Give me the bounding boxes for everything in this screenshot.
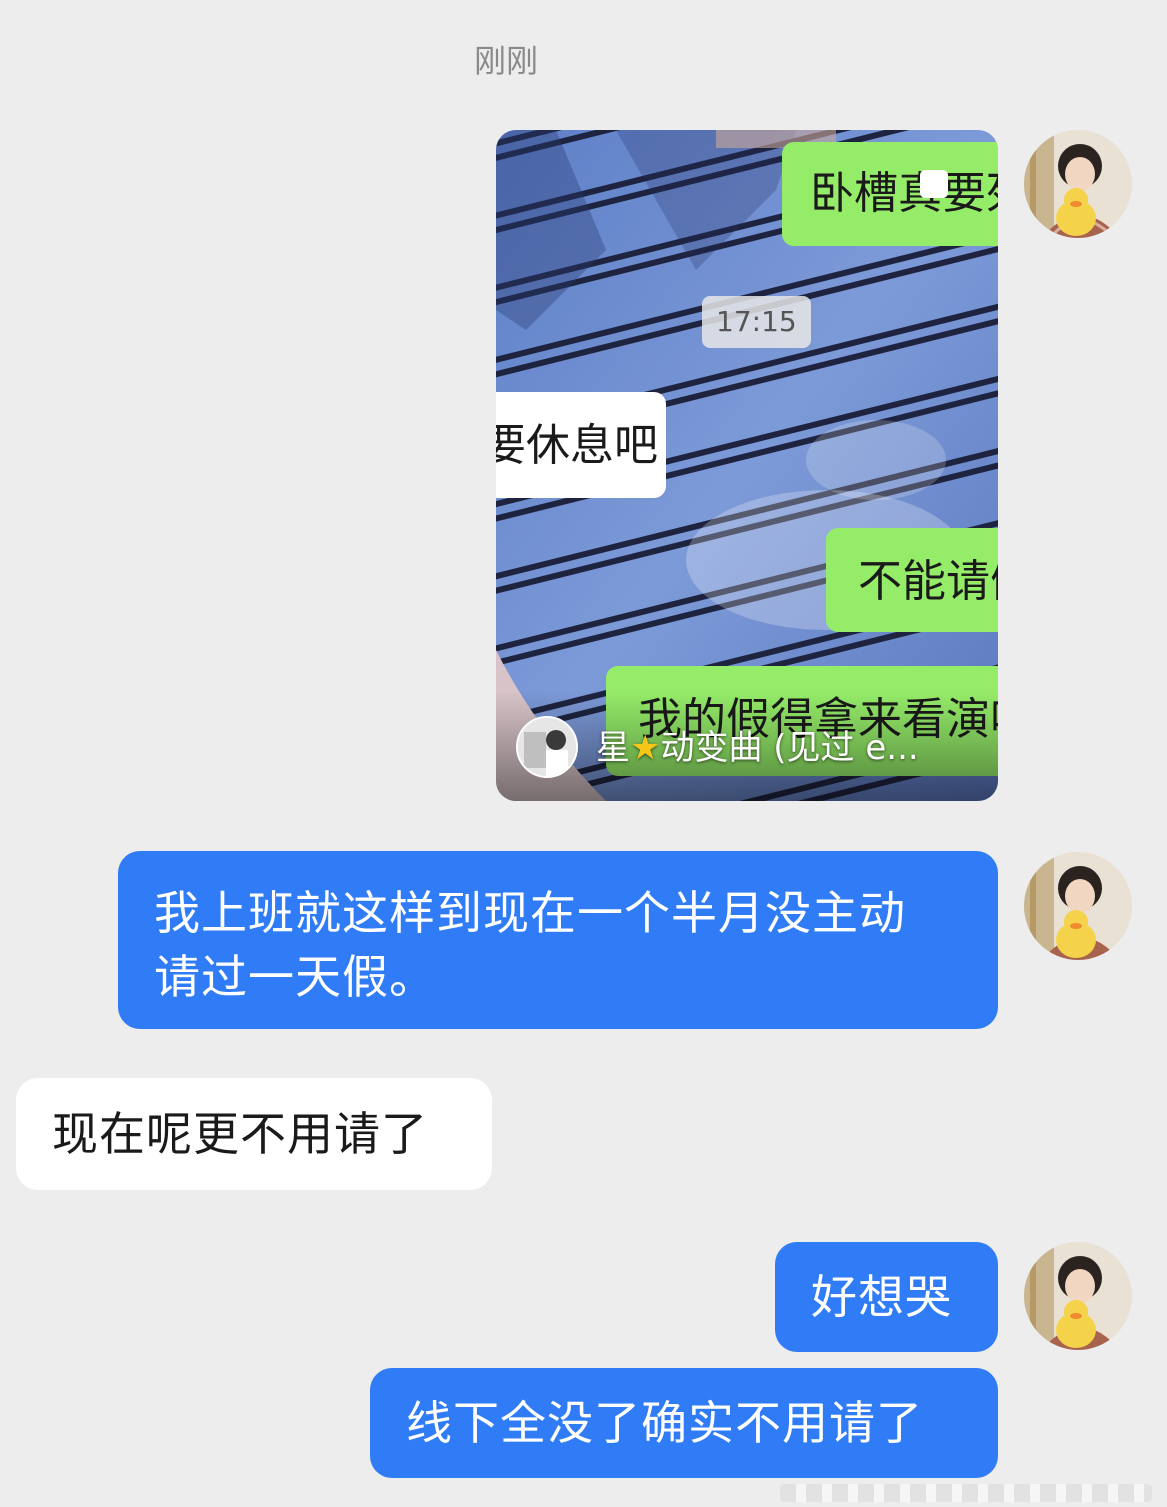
avatar[interactable]	[1024, 1242, 1132, 1350]
message-text: 请过一天假。	[154, 950, 436, 1004]
chat-time: 17:15	[702, 296, 811, 348]
watermark	[780, 1484, 1152, 1502]
message-bubble-self[interactable]: 线下全没了确实不用请了	[370, 1368, 998, 1478]
star-emoji-icon: ★	[630, 728, 661, 768]
author-avatar[interactable]	[516, 716, 578, 778]
message-text: 现在呢更不用请了	[52, 1107, 428, 1161]
message-bubble-self[interactable]: 好想哭	[775, 1242, 998, 1352]
message-text: 好想哭	[811, 1270, 952, 1324]
chat-line-3: 不能请假	[826, 528, 998, 632]
message-bubble-self[interactable]: 我上班就这样到现在一个半月没主动 请过一天假。	[118, 851, 998, 1029]
timestamp: 刚刚	[473, 42, 538, 80]
message-text: 我上班就这样到现在一个半月没主动	[154, 886, 906, 940]
avatar[interactable]	[1024, 852, 1132, 960]
shared-image-card[interactable]: 卧槽真要死 17:15 要休息吧 不能请假 我的假得拿来看演唱 星★动变曲 (见…	[496, 130, 998, 801]
message-bubble-other[interactable]: 现在呢更不用请了	[16, 1078, 492, 1190]
message-text: 线下全没了确实不用请了	[406, 1396, 923, 1450]
checkbox-icon	[920, 170, 948, 198]
author-prefix: 星	[596, 728, 630, 768]
chat-line-1: 卧槽真要死	[782, 142, 998, 246]
author-suffix: 动变曲 (见过 e...	[660, 728, 919, 768]
avatar[interactable]	[1024, 130, 1132, 238]
chat-line-2: 要休息吧	[496, 392, 666, 498]
card-author-name[interactable]: 星★动变曲 (见过 e...	[596, 728, 919, 768]
